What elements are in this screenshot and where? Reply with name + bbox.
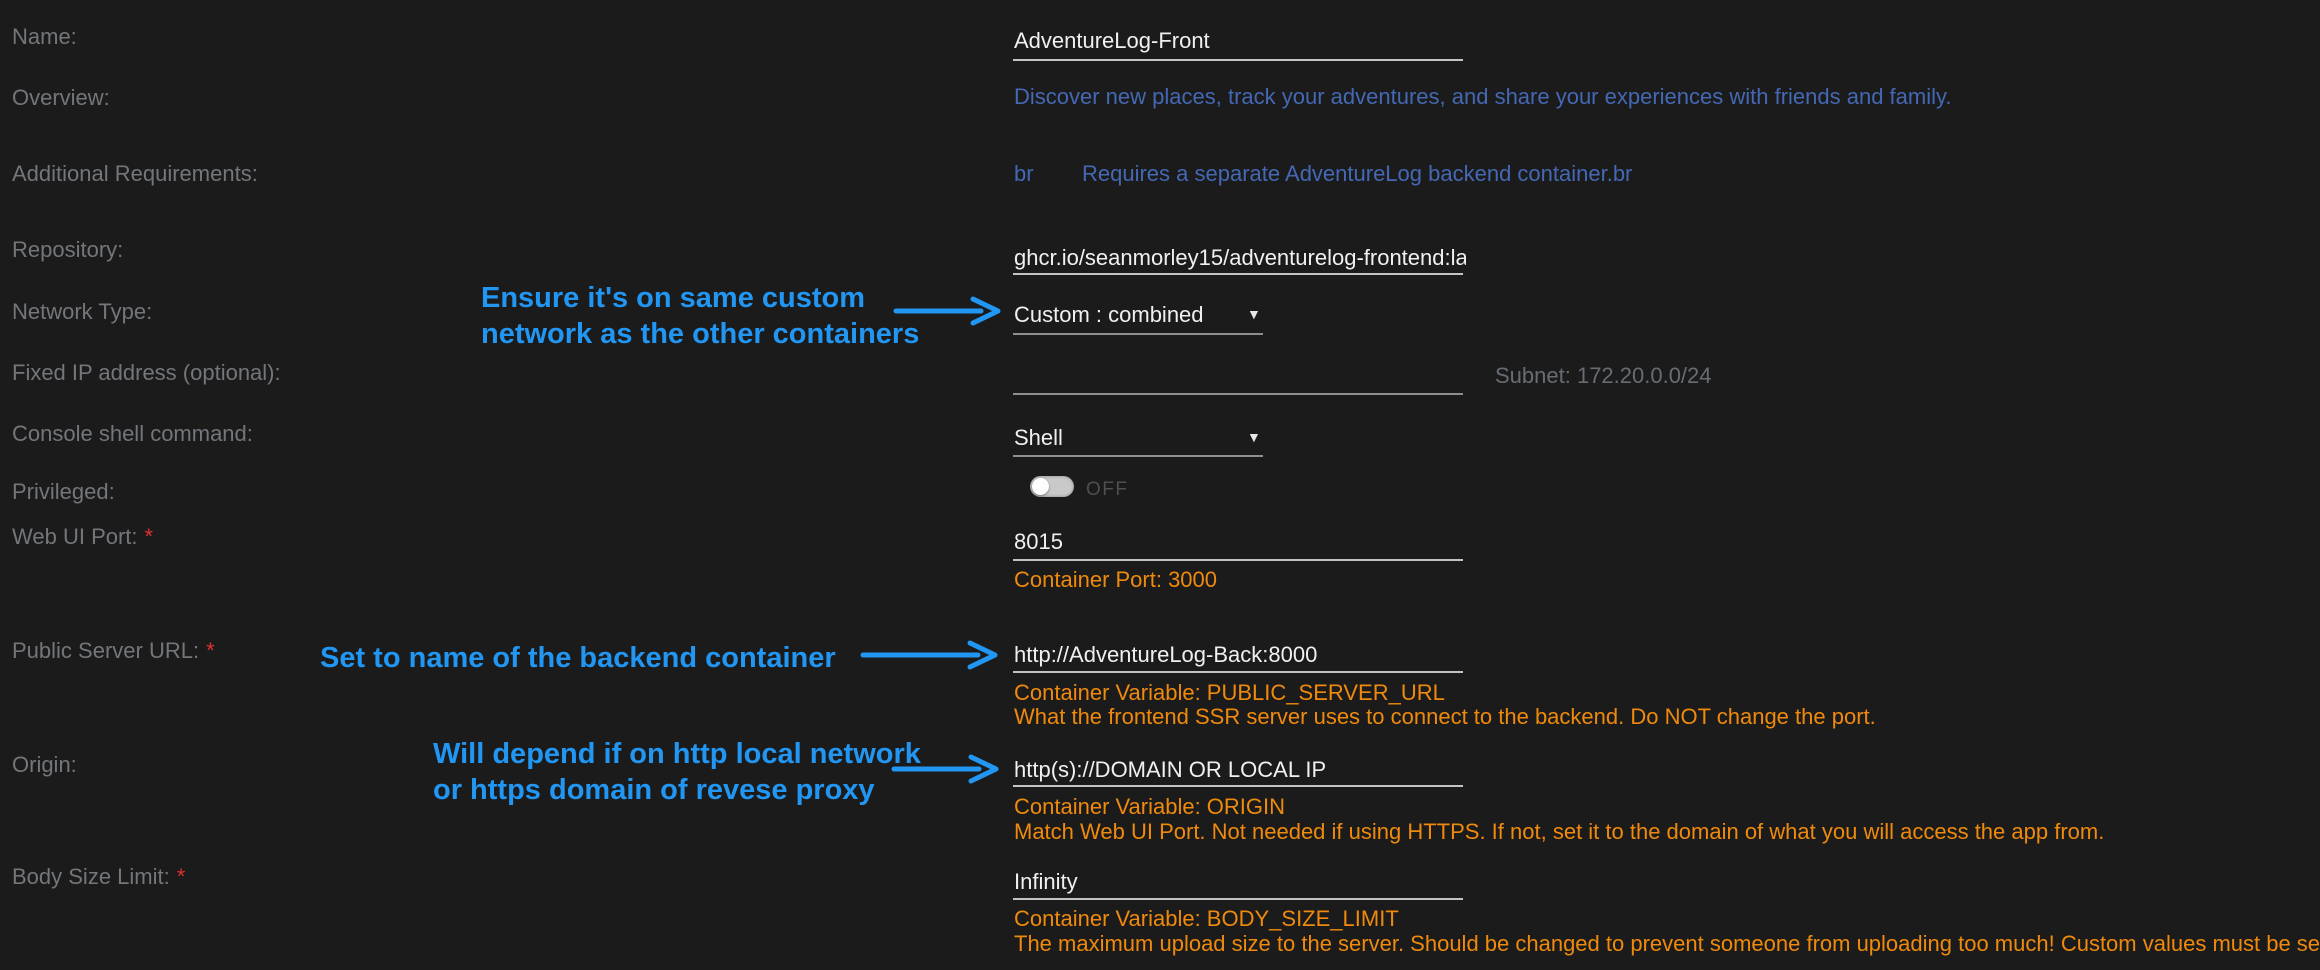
name-input[interactable]: AdventureLog-Front [1014, 28, 1210, 54]
body-size-limit-input[interactable]: Infinity [1014, 869, 1078, 895]
annotation-network: Ensure it's on same custom network as th… [481, 280, 919, 352]
console-shell-select[interactable]: Shell [1014, 425, 1063, 451]
network-type-select[interactable]: Custom : combined [1014, 302, 1204, 328]
dropdown-arrow-icon[interactable]: ▼ [1247, 429, 1261, 445]
annotation-arrow-icon [860, 638, 1002, 672]
origin-note1: Container Variable: ORIGIN [1014, 794, 1285, 820]
origin-underline [1013, 785, 1463, 787]
body-size-limit-label: Body Size Limit:* [12, 864, 185, 890]
additional-requirements-label: Additional Requirements: [12, 161, 258, 187]
body-size-limit-underline [1013, 898, 1463, 900]
container-settings-form: Name: Overview: Additional Requirements:… [0, 0, 2320, 970]
required-asterisk: * [145, 524, 154, 549]
required-asterisk: * [206, 638, 215, 663]
repository-label: Repository: [12, 237, 123, 263]
web-ui-port-label: Web UI Port:* [12, 524, 153, 550]
additional-requirements-prefix: br [1014, 161, 1034, 187]
privileged-toggle-state: OFF [1086, 479, 1129, 501]
name-input-underline [1013, 59, 1463, 61]
repository-input-underline [1013, 273, 1463, 275]
annotation-origin: Will depend if on http local network or … [433, 736, 921, 808]
public-server-url-note1: Container Variable: PUBLIC_SERVER_URL [1014, 680, 1445, 706]
public-server-url-label: Public Server URL:* [12, 638, 215, 664]
toggle-knob [1032, 478, 1049, 495]
web-ui-port-note: Container Port: 3000 [1014, 567, 1217, 593]
network-type-label: Network Type: [12, 299, 152, 325]
overview-label: Overview: [12, 85, 110, 111]
console-shell-label: Console shell command: [12, 421, 253, 447]
body-size-limit-note1: Container Variable: BODY_SIZE_LIMIT [1014, 906, 1399, 932]
web-ui-port-input[interactable]: 8015 [1014, 529, 1063, 555]
annotation-public-server: Set to name of the backend container [320, 640, 836, 676]
public-server-url-note2: What the frontend SSR server uses to con… [1014, 704, 1876, 730]
annotation-arrow-icon [893, 294, 1005, 328]
repository-input[interactable]: ghcr.io/seanmorley15/adventurelog-fronte… [1014, 245, 1466, 271]
annotation-arrow-icon [891, 752, 1003, 786]
name-label: Name: [12, 24, 77, 50]
public-server-url-underline [1013, 671, 1463, 673]
web-ui-port-underline [1013, 559, 1463, 561]
subnet-note: Subnet: 172.20.0.0/24 [1495, 363, 1712, 389]
overview-text: Discover new places, track your adventur… [1014, 84, 1951, 110]
network-type-select-underline [1013, 333, 1263, 335]
fixed-ip-input[interactable] [1013, 393, 1463, 395]
origin-input[interactable]: http(s)://DOMAIN OR LOCAL IP [1014, 757, 1326, 783]
required-asterisk: * [177, 864, 186, 889]
privileged-label: Privileged: [12, 479, 115, 505]
fixed-ip-label: Fixed IP address (optional): [12, 360, 281, 386]
console-shell-select-underline [1013, 455, 1263, 457]
public-server-url-input[interactable]: http://AdventureLog-Back:8000 [1014, 642, 1317, 668]
privileged-toggle[interactable] [1030, 476, 1074, 497]
origin-note2: Match Web UI Port. Not needed if using H… [1014, 819, 2104, 845]
origin-label: Origin: [12, 752, 77, 778]
dropdown-arrow-icon[interactable]: ▼ [1247, 306, 1261, 322]
body-size-limit-note2: The maximum upload size to the server. S… [1014, 931, 2320, 957]
additional-requirements-text: Requires a separate AdventureLog backend… [1082, 161, 1632, 187]
